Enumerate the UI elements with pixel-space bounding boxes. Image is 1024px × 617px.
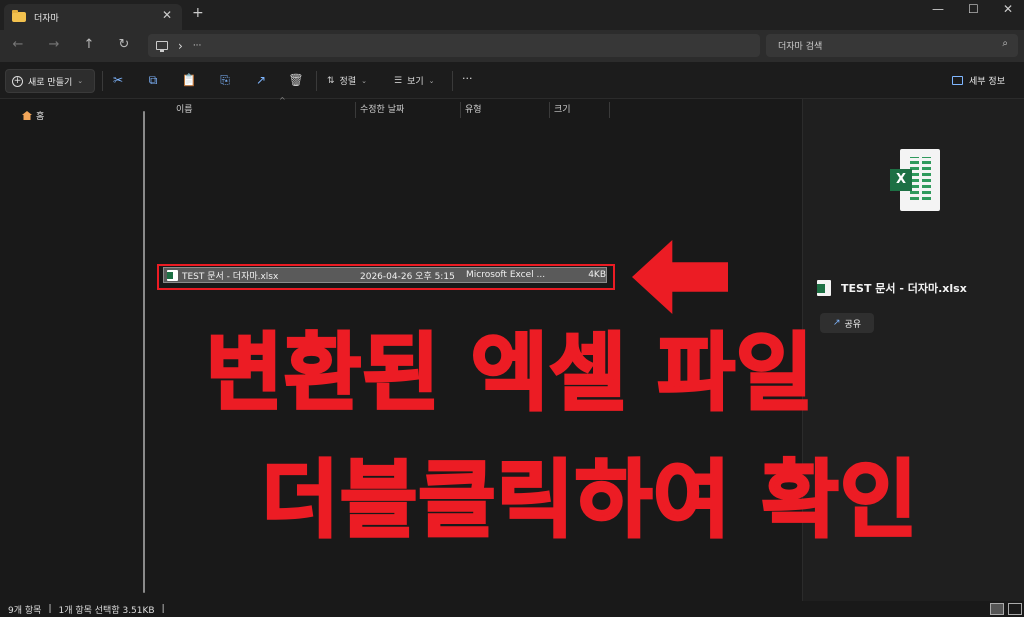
chevron-down-icon: ⌄	[77, 77, 84, 85]
search-icon: ⌕	[1002, 38, 1008, 49]
selection-info: 1개 항목 선택함 3.51KB	[58, 605, 155, 616]
address-row: ← → ↑ ↻ › ··· 더자마 검색 ⌕	[0, 30, 1024, 62]
details-pane-button[interactable]: 세부 정보	[952, 74, 1005, 87]
sort-icon: ⇅	[327, 75, 335, 86]
search-input[interactable]: 더자마 검색 ⌕	[766, 34, 1018, 57]
excel-icon-letter: X	[890, 169, 912, 191]
chevron-right-icon[interactable]: ›	[178, 39, 183, 53]
view-label: 보기	[407, 77, 424, 87]
column-label: 수정한 날짜	[360, 105, 405, 115]
monitor-icon	[156, 41, 168, 52]
column-header-type[interactable]: 유형	[461, 102, 550, 118]
folder-icon	[12, 10, 26, 22]
sort-up-icon: ^	[279, 96, 286, 105]
home-icon	[22, 111, 32, 120]
view-button[interactable]: ☰ 보기 ⌄	[394, 74, 435, 88]
breadcrumb-overflow[interactable]: ···	[193, 41, 202, 51]
delete-icon[interactable]: 🗑	[288, 73, 304, 87]
back-button[interactable]: ←	[9, 37, 27, 52]
new-tab-button[interactable]: +	[192, 5, 204, 21]
title-bar: 더자마 ✕ + — ☐ ✕	[0, 0, 1024, 30]
tab-title: 더자마	[34, 13, 59, 24]
maximize-button[interactable]: ☐	[968, 2, 979, 16]
more-options-button[interactable]: ···	[462, 72, 473, 85]
cut-icon[interactable]: ✂	[110, 73, 126, 87]
new-button[interactable]: + 새로 만들기 ⌄	[5, 69, 95, 93]
search-placeholder: 더자마 검색	[778, 42, 823, 52]
column-label: 이름	[176, 105, 193, 115]
address-input[interactable]: › ···	[148, 34, 760, 57]
new-button-label: 새로 만들기	[28, 77, 73, 88]
chevron-down-icon: ⌄	[361, 76, 367, 85]
copy-icon[interactable]: ⧉	[145, 73, 161, 88]
details-title-text: TEST 문서 - 더자마.xlsx	[841, 282, 967, 295]
sort-label: 정렬	[339, 77, 357, 87]
share-icon[interactable]: ↗	[253, 73, 269, 87]
view-icon: ☰	[394, 75, 403, 86]
annotation-line-1: 변환된 엑셀 파일	[204, 323, 815, 424]
tiles-view-toggle[interactable]	[1008, 603, 1022, 615]
close-tab-icon[interactable]: ✕	[162, 8, 172, 22]
status-bar: 9개 항목 | 1개 항목 선택함 3.51KB |	[0, 601, 1024, 617]
toolbar-divider	[316, 71, 317, 91]
status-divider: |	[161, 604, 165, 614]
sort-button[interactable]: ⇅ 정렬 ⌄	[327, 74, 367, 88]
rename-icon[interactable]: ⎘	[217, 73, 233, 88]
column-header-modified[interactable]: 수정한 날짜	[356, 102, 461, 118]
close-window-button[interactable]: ✕	[1003, 2, 1013, 16]
column-header-name[interactable]: ^ 이름	[172, 96, 356, 118]
chevron-down-icon: ⌄	[428, 76, 435, 85]
command-bar: + 새로 만들기 ⌄ ✂ ⧉ 📋 ⎘ ↗ 🗑 ⇅ 정렬 ⌄ ☰ 보기 ⌄ ···…	[0, 62, 1024, 99]
toolbar-divider	[102, 71, 103, 91]
item-count: 9개 항목	[8, 605, 42, 616]
excel-file-icon	[817, 280, 831, 296]
paste-icon[interactable]: 📋	[181, 73, 197, 87]
status-divider: |	[48, 604, 52, 614]
column-header-size[interactable]: 크기	[550, 102, 610, 118]
column-label: 크기	[554, 105, 571, 115]
details-pane-icon	[952, 76, 963, 85]
up-button[interactable]: ↑	[80, 37, 98, 52]
refresh-button[interactable]: ↻	[115, 37, 133, 52]
details-label: 세부 정보	[969, 77, 1005, 87]
plus-circle-icon: +	[12, 75, 23, 87]
nav-item-label: 홈	[36, 112, 45, 122]
forward-button[interactable]: →	[45, 37, 63, 52]
minimize-button[interactable]: —	[932, 2, 944, 16]
details-file-title: TEST 문서 - 더자마.xlsx	[817, 280, 967, 296]
column-label: 유형	[465, 105, 482, 115]
excel-preview-icon: X	[890, 149, 940, 211]
toolbar-divider	[452, 71, 453, 91]
annotation-line-2: 더블클릭하여 확인	[260, 450, 919, 551]
tab-active[interactable]: 더자마 ✕	[4, 4, 182, 30]
highlight-box	[157, 264, 615, 290]
nav-item-home[interactable]: 홈	[22, 109, 44, 122]
details-view-toggle[interactable]	[990, 603, 1004, 615]
